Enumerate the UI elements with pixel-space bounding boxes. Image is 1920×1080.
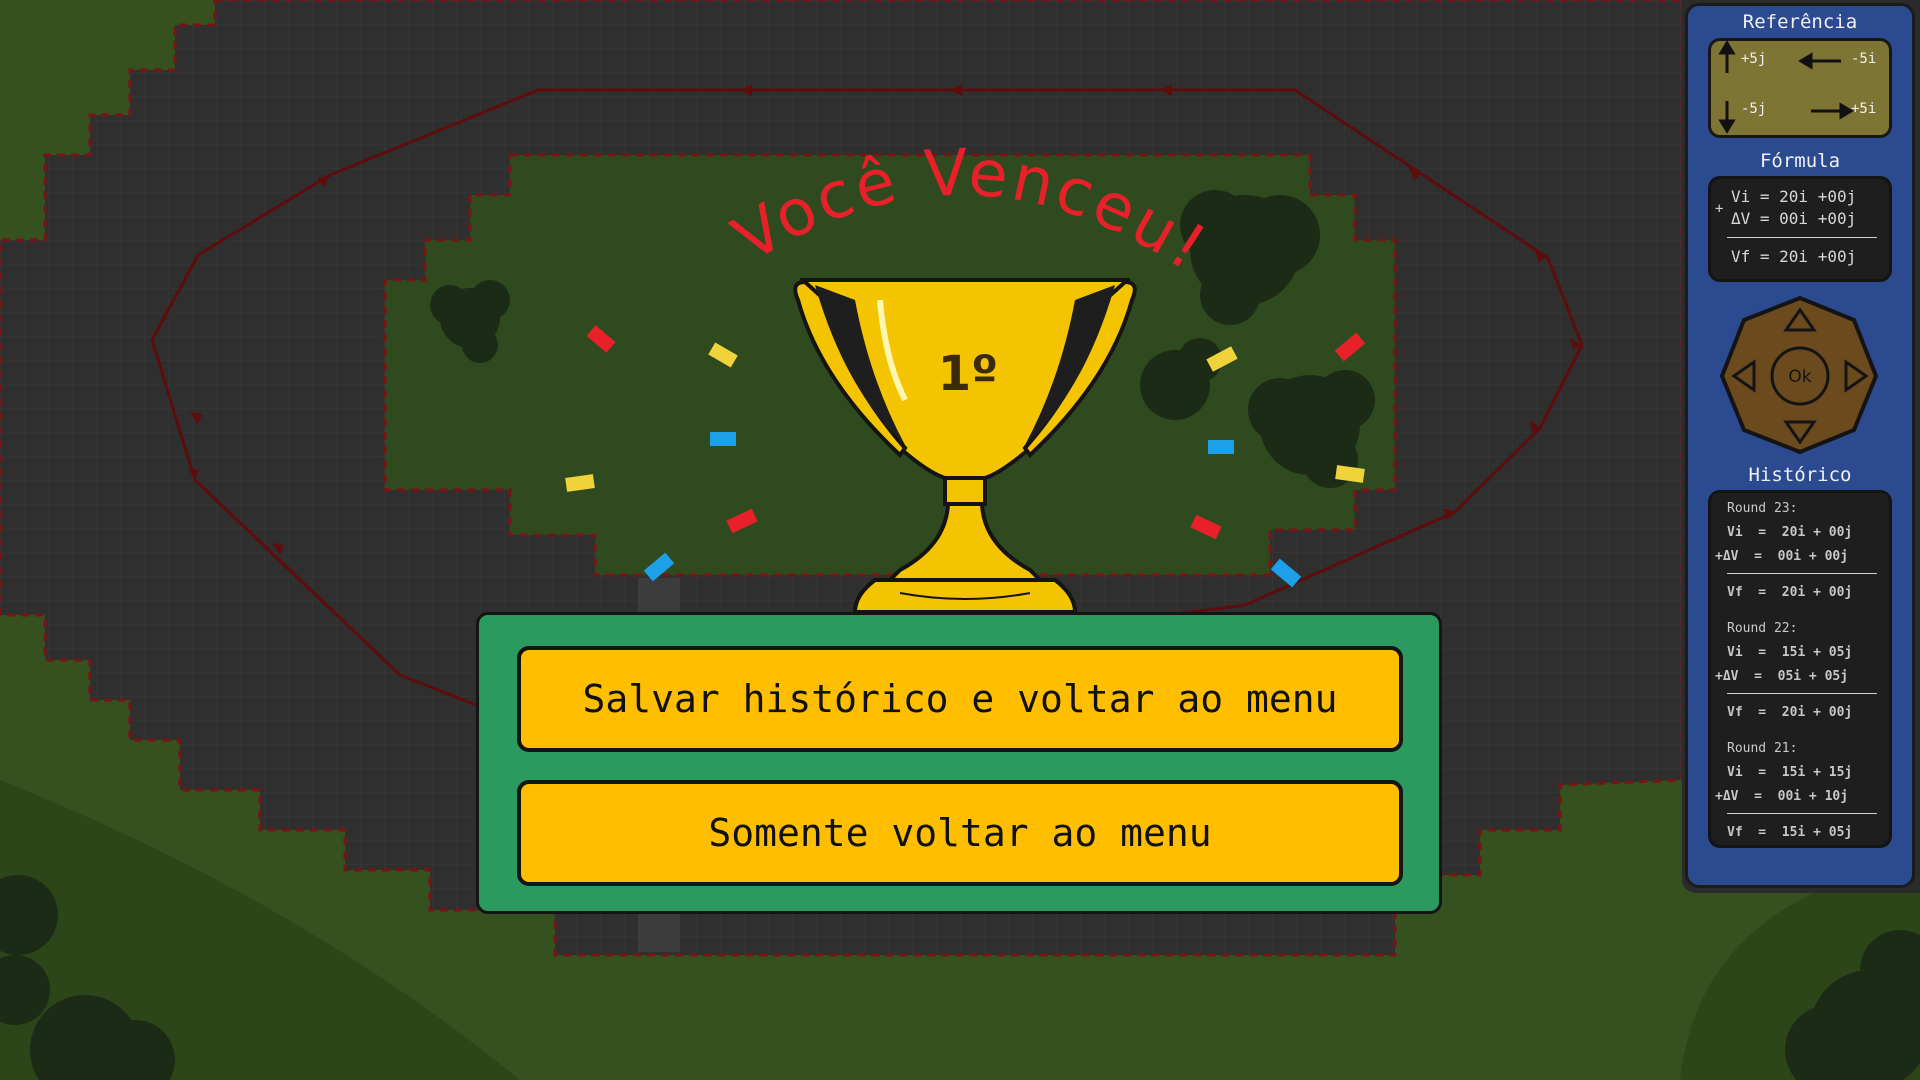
formula-plus: + — [1715, 201, 1724, 217]
victory-title-text: Você Venceu! — [721, 136, 1217, 287]
history-dv: +ΔV = 00i + 00j — [1715, 549, 1849, 564]
formula-title: Fórmula — [1759, 150, 1841, 172]
history-vf: Vf = 20i + 00j — [1727, 705, 1853, 720]
history-vf: Vf = 15i + 05j — [1727, 825, 1853, 840]
history-box: Round 23: Vi = 20i + 00j +ΔV = 00i + 00j… — [1708, 490, 1892, 848]
reference-down-label: -5j — [1741, 101, 1767, 117]
trophy-rank-label: 1º — [938, 346, 998, 402]
formula-divider — [1727, 237, 1877, 238]
formula-vi: Vi = 20i +00j — [1731, 187, 1857, 206]
history-dv: +ΔV = 05i + 05j — [1715, 669, 1849, 684]
save-history-button[interactable]: Salvar histórico e voltar ao menu — [517, 646, 1403, 752]
formula-box: + Vi = 20i +00j ΔV = 00i +00j Vf = 20i +… — [1708, 176, 1892, 282]
formula-dv: ΔV = 00i +00j — [1731, 209, 1857, 228]
reference-title: Referência — [1742, 11, 1858, 33]
arrow-right-icon — [1839, 102, 1854, 120]
history-divider — [1727, 693, 1877, 694]
reference-box: +5j -5i -5j +5i — [1708, 38, 1892, 138]
end-game-modal: Salvar histórico e voltar ao menu Soment… — [476, 612, 1442, 914]
arrow-up-icon — [1718, 41, 1736, 55]
history-vi: Vi = 20i + 00j — [1727, 525, 1853, 540]
history-dv: +ΔV = 00i + 10j — [1715, 789, 1849, 804]
formula-vf: Vf = 20i +00j — [1731, 247, 1857, 266]
arrow-down-icon — [1718, 119, 1736, 134]
history-title: Histórico — [1748, 464, 1852, 486]
reference-right-label: +5i — [1851, 101, 1877, 117]
back-to-menu-button[interactable]: Somente voltar ao menu — [517, 780, 1403, 886]
svg-text:Você Venceu!: Você Venceu! — [721, 136, 1220, 287]
history-vi: Vi = 15i + 05j — [1727, 645, 1853, 660]
direction-pad: Ok — [1719, 295, 1879, 455]
history-vf: Vf = 20i + 00j — [1727, 585, 1853, 600]
dpad-ok-label: Ok — [1788, 367, 1811, 387]
victory-title: Você Venceu! 1º — [721, 136, 1220, 402]
history-round: Round 21: — [1727, 741, 1798, 756]
arrow-left-icon — [1798, 52, 1813, 70]
history-vi: Vi = 15i + 15j — [1727, 765, 1853, 780]
history-round: Round 23: — [1727, 501, 1798, 516]
history-divider — [1727, 813, 1877, 814]
history-divider — [1727, 573, 1877, 574]
reference-left-label: -5i — [1851, 51, 1877, 67]
reference-up-label: +5j — [1741, 51, 1767, 67]
history-round: Round 22: — [1727, 621, 1798, 636]
